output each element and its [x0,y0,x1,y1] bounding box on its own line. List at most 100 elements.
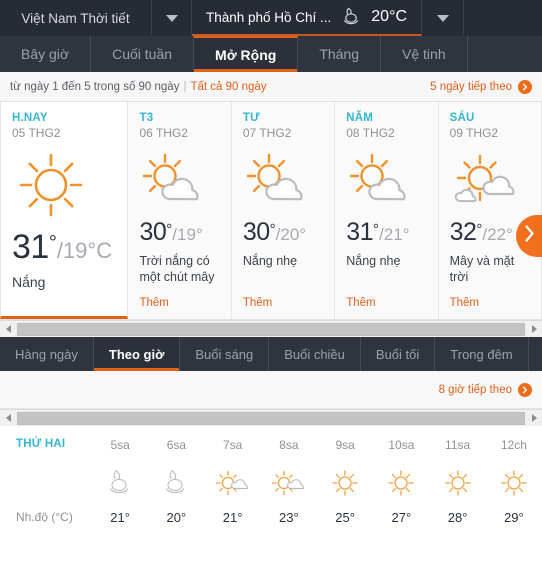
chevron-down-icon [436,14,449,22]
hour-temp: 20° [166,510,187,525]
subtab-label: Trong đêm [450,346,513,362]
scroll-track[interactable] [16,411,526,425]
chevron-right-icon [524,225,535,247]
day-high: 32 [449,218,477,246]
day-high: 31 [12,228,49,266]
hour-time: 6sa [166,438,187,452]
tab-bay-gio[interactable]: Bây giờ [0,36,92,72]
moon-cloud-icon [340,6,362,29]
tab-label: Mở Rộng [215,47,277,63]
subtab-buoi-chieu[interactable]: Buổi chiều [269,337,361,371]
day-card-today[interactable]: H.NAY 05 THG2 31°/19°C Nắng [0,102,129,319]
subtab-label: Hàng ngày [15,346,78,362]
hourly-forecast-table: THỨ HAI 5sa 6sa 7sa 8sa 9sa 10sa 11sa 12… [0,426,542,525]
day-high: 30 [242,218,270,246]
day-temperatures: 30°/19° [139,218,219,247]
range-text-group: từ ngày 1 đến 5 trong số 90 ngày | Tất c… [10,81,267,93]
next-hours-label[interactable]: 8 giờ tiếp theo [439,384,512,396]
day-more-link[interactable]: Thêm [243,297,323,309]
arrow-right-circle-icon[interactable] [518,382,532,397]
day-high: 30 [139,218,167,246]
day-card-tu[interactable]: TƯ 07 THG2 30°/20° Nắng nhẹ Thêm [231,102,336,319]
arrow-right-circle-icon [518,79,532,94]
tab-label: Bây giờ [21,46,70,62]
hourly-day-label: THỨ HAI [16,438,66,450]
scroll-left-button[interactable] [0,321,16,337]
next-days-link[interactable]: 5 ngày tiếp theo [430,79,532,94]
day-more-link[interactable]: Thêm [139,297,219,309]
subtab-trong-dem[interactable]: Trong đêm [435,337,529,371]
hourly-time-row: THỨ HAI 5sa 6sa 7sa 8sa 9sa 10sa 11sa 12… [0,438,542,460]
sub-tab-bar-filler [529,337,542,371]
hourly-temp-label: Nh.độ (°C) [16,510,73,524]
subtab-label: Buổi chiều [284,346,345,362]
tab-mo-rong[interactable]: Mở Rộng [194,36,299,72]
tab-cuoi-tuan[interactable]: Cuối tuần [91,36,195,72]
top-location-bar: Việt Nam Thời tiết Thành phố Hồ Chí ... … [0,0,542,36]
sun-smallcloud-icon [205,460,261,506]
sun-icon [486,460,542,506]
day-name: TƯ [242,112,260,124]
city-selector[interactable]: Thành phố Hồ Chí ... 20°C [192,0,422,36]
hour-time: 10sa [388,438,415,452]
day-date: 05 THG2 [12,126,61,140]
all-days-link[interactable]: Tất cả 90 ngày [190,81,266,93]
country-selector[interactable]: Việt Nam Thời tiết [0,0,152,36]
sub-tab-bar: Hàng ngày Theo giờ Buổi sáng Buổi chiều … [0,337,542,371]
daily-horizontal-scrollbar[interactable] [0,320,542,337]
city-dropdown-button[interactable] [422,0,464,36]
tab-label: Tháng [319,46,360,62]
day-date: 06 THG2 [139,126,188,140]
scroll-thumb[interactable] [17,411,525,425]
hour-temp: 29° [504,510,524,525]
day-card-sau[interactable]: SÁU 09 THG2 32°/22° Mây và mặt trời Thêm [438,102,542,319]
day-low: /20° [275,225,307,244]
triangle-right-icon [531,325,537,333]
subtab-hang-ngay[interactable]: Hàng ngày [0,337,94,371]
triangle-right-icon [531,414,537,422]
sun-cloud-icon [139,150,219,212]
subtab-theo-gio[interactable]: Theo giờ [93,337,181,371]
hourly-horizontal-scrollbar[interactable] [0,409,542,426]
day-name: H.NAY [12,112,48,124]
hour-temp: 28° [447,510,468,525]
hour-time: 5sa [110,438,130,452]
scroll-left-button[interactable] [0,410,16,426]
hour-temp: 21° [110,510,130,525]
hour-temp: 27° [391,510,412,525]
subtab-label: Buổi sáng [195,346,254,362]
tab-thang[interactable]: Tháng [298,36,382,72]
day-more-link[interactable]: Thêm [450,297,530,309]
day-name: NĂM [346,112,374,124]
day-description: Nắng [12,274,46,290]
country-dropdown-button[interactable] [152,0,192,36]
scroll-right-button[interactable] [526,410,542,426]
day-more-link[interactable]: Thêm [346,297,426,309]
triangle-left-icon [5,414,11,422]
scroll-thumb[interactable] [17,322,525,336]
subtab-buoi-toi[interactable]: Buổi tối [361,337,436,371]
tab-ve-tinh[interactable]: Vệ tinh [381,36,468,72]
day-low: /22° [482,225,513,244]
day-card-t3[interactable]: T3 06 THG2 30°/19° Trời nắng có một chút… [128,102,232,319]
subtab-buoi-sang[interactable]: Buổi sáng [180,337,270,371]
hour-time: 11sa [445,438,471,452]
chevron-down-icon [165,14,178,22]
tab-label: Cuối tuần [112,46,173,62]
subtab-label: Theo giờ [108,346,165,362]
scroll-right-button[interactable] [526,321,542,337]
hourly-next-bar: 8 giờ tiếp theo [0,371,542,409]
triangle-left-icon [5,325,11,333]
range-text: từ ngày 1 đến 5 trong số 90 ngày [10,80,180,93]
day-card-nam[interactable]: NĂM 08 THG2 31°/21° Nắng nhẹ Thêm [335,102,439,319]
tab-label: Vệ tinh [402,46,446,62]
hour-temp: 23° [279,510,299,525]
scroll-track[interactable] [16,322,526,336]
sun-clouds-icon [450,150,530,212]
day-low: /21° [379,225,410,244]
day-temperatures: 30°/20° [243,218,323,247]
sun-icon [12,148,116,222]
sun-icon [430,460,486,506]
moon-cloud-icon [92,460,148,506]
